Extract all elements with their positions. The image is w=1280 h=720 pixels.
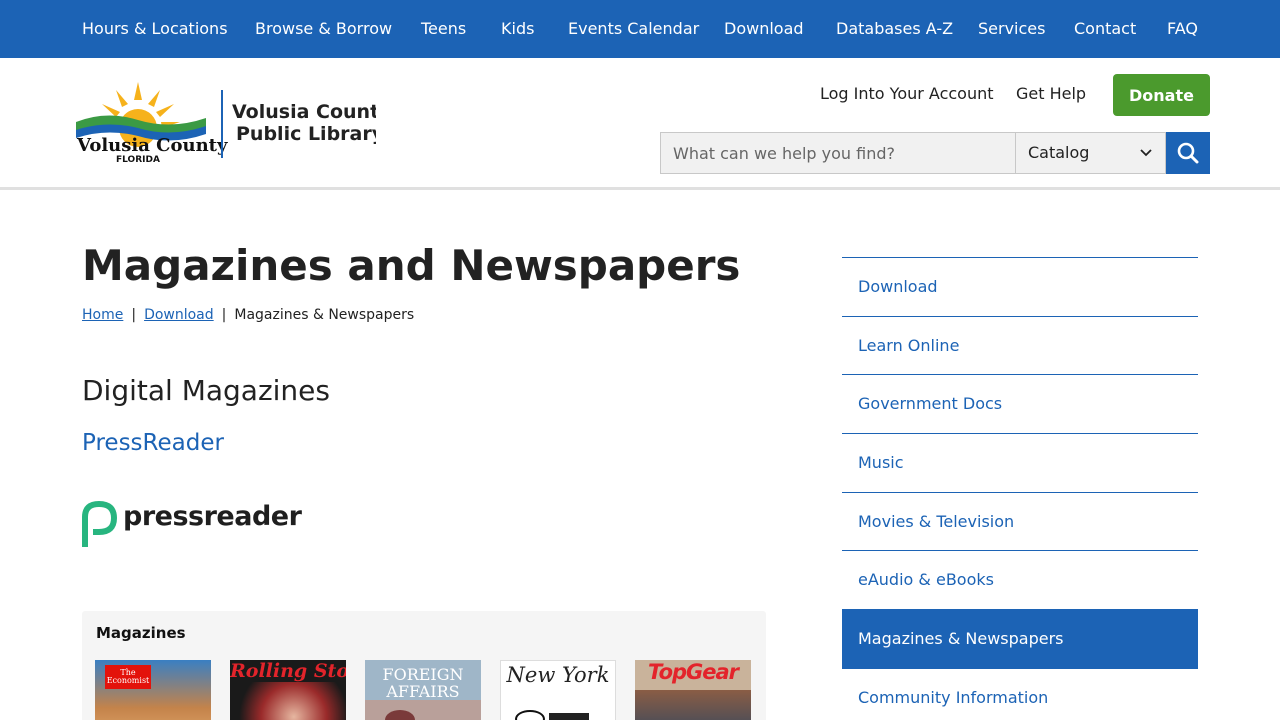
sidenav-item-magazines-newspapers[interactable]: Magazines & Newspapers	[842, 609, 1198, 668]
sun-logo-icon: Volusia County FLORIDA Volusia County Pu…	[76, 82, 392, 165]
sidenav-item-label[interactable]: Magazines & Newspapers	[858, 629, 1064, 648]
nav-download[interactable]: Download	[724, 0, 804, 58]
search-scope-value: Catalog	[1028, 143, 1090, 162]
search-icon	[1177, 142, 1199, 164]
help-link[interactable]: Get Help	[1016, 84, 1086, 103]
sidenav-item-label[interactable]: Government Docs	[858, 394, 1002, 413]
search-input[interactable]	[660, 132, 1016, 174]
sidenav-item-learn-online[interactable]: Learn Online	[842, 315, 1198, 375]
breadcrumb-download[interactable]: Download	[144, 307, 214, 323]
chevron-down-icon	[1140, 149, 1152, 157]
magazine-cover[interactable]: TopGear	[635, 660, 751, 720]
side-navigation: Download Learn Online Government Docs Mu…	[842, 257, 1198, 720]
nav-events-calendar[interactable]: Events Calendar	[568, 0, 699, 58]
site-header: Volusia County FLORIDA Volusia County Pu…	[0, 58, 1280, 190]
magazine-cover[interactable]: The Economist	[95, 660, 211, 720]
magazine-cover[interactable]: New York	[500, 660, 616, 720]
breadcrumb: Home | Download | Magazines & Newspapers	[82, 307, 414, 323]
nav-kids[interactable]: Kids	[501, 0, 534, 58]
page-title: Magazines and Newspapers	[82, 241, 741, 290]
nav-teens[interactable]: Teens	[421, 0, 466, 58]
section-heading: Digital Magazines	[82, 374, 330, 407]
nav-databases[interactable]: Databases A-Z	[836, 0, 953, 58]
sidenav-item-download[interactable]: Download	[842, 257, 1198, 316]
library-logo[interactable]: Volusia County FLORIDA Volusia County Pu…	[76, 82, 392, 166]
sidenav-item-music[interactable]: Music	[842, 433, 1198, 492]
logo-county-text: Volusia County	[76, 135, 228, 156]
sidenav-item-label[interactable]: eAudio & eBooks	[858, 570, 994, 589]
sidenav-item-community-information[interactable]: Community Information	[842, 667, 1198, 720]
login-link[interactable]: Log Into Your Account	[820, 84, 994, 103]
logo-state-text: FLORIDA	[116, 155, 160, 165]
magazine-cover[interactable]: Rolling Stone	[230, 660, 346, 720]
sidenav-item-eaudio-ebooks[interactable]: eAudio & eBooks	[842, 550, 1198, 609]
top-navigation: Hours & Locations Browse & Borrow Teens …	[0, 0, 1280, 58]
magazines-panel: Magazines The Economist Rolling Stone FO…	[82, 611, 766, 720]
sidenav-item-label[interactable]: Download	[858, 277, 938, 296]
sidenav-item-government-docs[interactable]: Government Docs	[842, 374, 1198, 433]
pressreader-p-icon	[82, 501, 117, 547]
sidenav-item-label[interactable]: Community Information	[858, 688, 1048, 707]
pressreader-link[interactable]: PressReader	[82, 430, 224, 456]
magazines-panel-label: Magazines	[96, 624, 186, 642]
breadcrumb-separator: |	[131, 307, 137, 323]
nav-hours-locations[interactable]: Hours & Locations	[82, 0, 228, 58]
breadcrumb-current: Magazines & Newspapers	[234, 307, 415, 323]
nav-contact[interactable]: Contact	[1074, 0, 1136, 58]
sidenav-item-label[interactable]: Learn Online	[858, 336, 959, 355]
logo-library-line2: Public Library	[236, 123, 376, 145]
cover-title: New York	[506, 663, 610, 687]
search-scope-select[interactable]: Catalog	[1015, 132, 1166, 174]
cover-title: TopGear	[647, 660, 739, 684]
magazine-cover[interactable]: FOREIGN AFFAIRS	[365, 660, 481, 720]
sidenav-item-label[interactable]: Movies & Television	[858, 512, 1014, 531]
cover-title: The Economist	[106, 668, 150, 685]
search-button[interactable]	[1166, 132, 1210, 174]
pressreader-logo[interactable]: pressreader	[82, 501, 302, 549]
sidenav-item-movies-television[interactable]: Movies & Television	[842, 491, 1198, 551]
nav-browse-borrow[interactable]: Browse & Borrow	[255, 0, 392, 58]
cover-title: Rolling Stone	[230, 660, 346, 682]
breadcrumb-separator: |	[221, 307, 227, 323]
logo-library-line1: Volusia County	[232, 101, 376, 123]
cover-title: FOREIGN AFFAIRS	[382, 665, 464, 701]
pressreader-wordmark: pressreader	[123, 501, 302, 532]
nav-faq[interactable]: FAQ	[1167, 0, 1198, 58]
breadcrumb-home[interactable]: Home	[82, 307, 123, 323]
sidenav-item-label[interactable]: Music	[858, 453, 904, 472]
donate-button[interactable]: Donate	[1113, 74, 1210, 116]
nav-services[interactable]: Services	[978, 0, 1045, 58]
